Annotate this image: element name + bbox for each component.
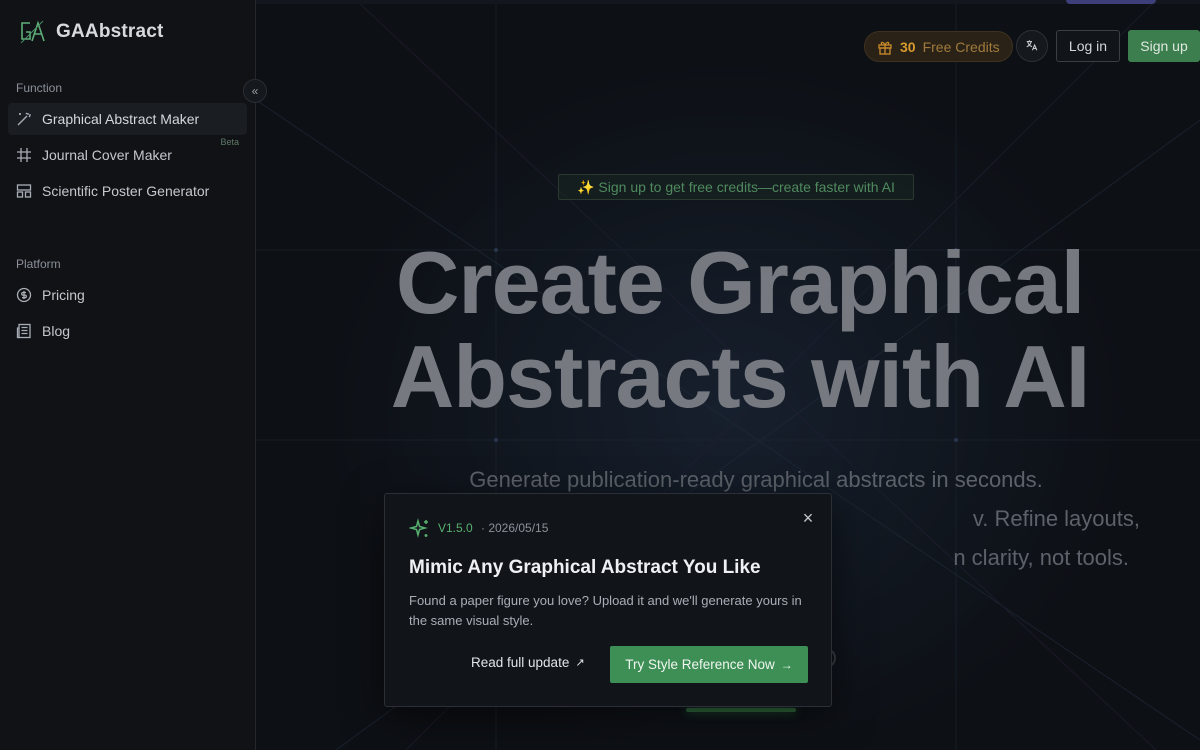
gift-icon [877, 39, 893, 55]
modal-title: Mimic Any Graphical Abstract You Like [409, 557, 761, 578]
brand-name: GAAbstract [56, 21, 164, 42]
sparkle-icon [408, 518, 431, 540]
magic-wand-icon [16, 111, 32, 127]
language-button[interactable] [1016, 30, 1048, 62]
close-icon[interactable]: × [799, 508, 817, 528]
login-button[interactable]: Log in [1056, 30, 1120, 62]
external-link-icon: ↗ [575, 657, 585, 669]
hero-title: Create Graphical Abstracts with AI [256, 236, 1200, 424]
credits-label: Free Credits [922, 38, 1000, 55]
arrow-right-icon: → [780, 657, 793, 672]
sidebar-item-blog[interactable]: Blog [8, 315, 247, 347]
modal-description: Found a paper figure you love? Upload it… [409, 593, 802, 628]
dollar-circle-icon [16, 287, 32, 303]
beta-badge: Beta [220, 137, 239, 147]
promo-banner[interactable]: ✨ Sign up to get free credits—create fas… [558, 174, 914, 200]
function-section-label: Function [16, 81, 63, 95]
bottom-glow [686, 708, 796, 712]
sidebar-item-label: Journal Cover Maker [42, 147, 172, 163]
hero-title-line2: Abstracts with AI [390, 327, 1091, 426]
try-style-reference-button[interactable]: Try Style Reference Now → [610, 646, 808, 683]
sidebar-item-journal-cover-maker[interactable]: Journal Cover Maker Beta [8, 137, 247, 171]
translate-icon [1025, 38, 1039, 55]
sidebar-item-scientific-poster-generator[interactable]: Scientific Poster Generator [8, 175, 247, 207]
sidebar: GAAbstract Function Graphical Abstract M… [0, 0, 256, 750]
sidebar-item-label: Pricing [42, 287, 85, 303]
sidebar-item-graphical-abstract-maker[interactable]: Graphical Abstract Maker [8, 103, 247, 135]
hero-title-line1: Create Graphical [395, 233, 1085, 332]
brand[interactable]: GAAbstract [18, 19, 164, 45]
sidebar-item-label: Graphical Abstract Maker [42, 111, 200, 127]
try-button-label: Try Style Reference Now [625, 657, 775, 672]
newspaper-icon [16, 323, 32, 339]
sidebar-item-label: Scientific Poster Generator [42, 183, 210, 199]
modal-version: V1.5.0 [438, 521, 473, 535]
read-full-update-link[interactable]: Read full update ↗ [471, 655, 585, 670]
update-modal: V1.5.0 · 2026/05/15 × Mimic Any Graphica… [384, 493, 832, 707]
credits-count: 30 [900, 38, 916, 55]
collapse-sidebar-button[interactable]: « [243, 79, 267, 103]
hash-frame-icon [16, 147, 32, 163]
top-bar [256, 0, 1200, 4]
sidebar-item-pricing[interactable]: Pricing [8, 279, 247, 311]
platform-section-label: Platform [16, 257, 61, 271]
free-credits-badge[interactable]: 30 Free Credits [864, 31, 1013, 62]
signup-button[interactable]: Sign up [1128, 30, 1200, 62]
modal-date: · 2026/05/15 [481, 521, 549, 535]
layout-icon [16, 183, 32, 199]
ga-logo-icon [20, 20, 45, 44]
top-accent [1066, 0, 1156, 4]
read-link-label: Read full update [471, 655, 570, 670]
sidebar-item-label: Blog [42, 323, 71, 339]
